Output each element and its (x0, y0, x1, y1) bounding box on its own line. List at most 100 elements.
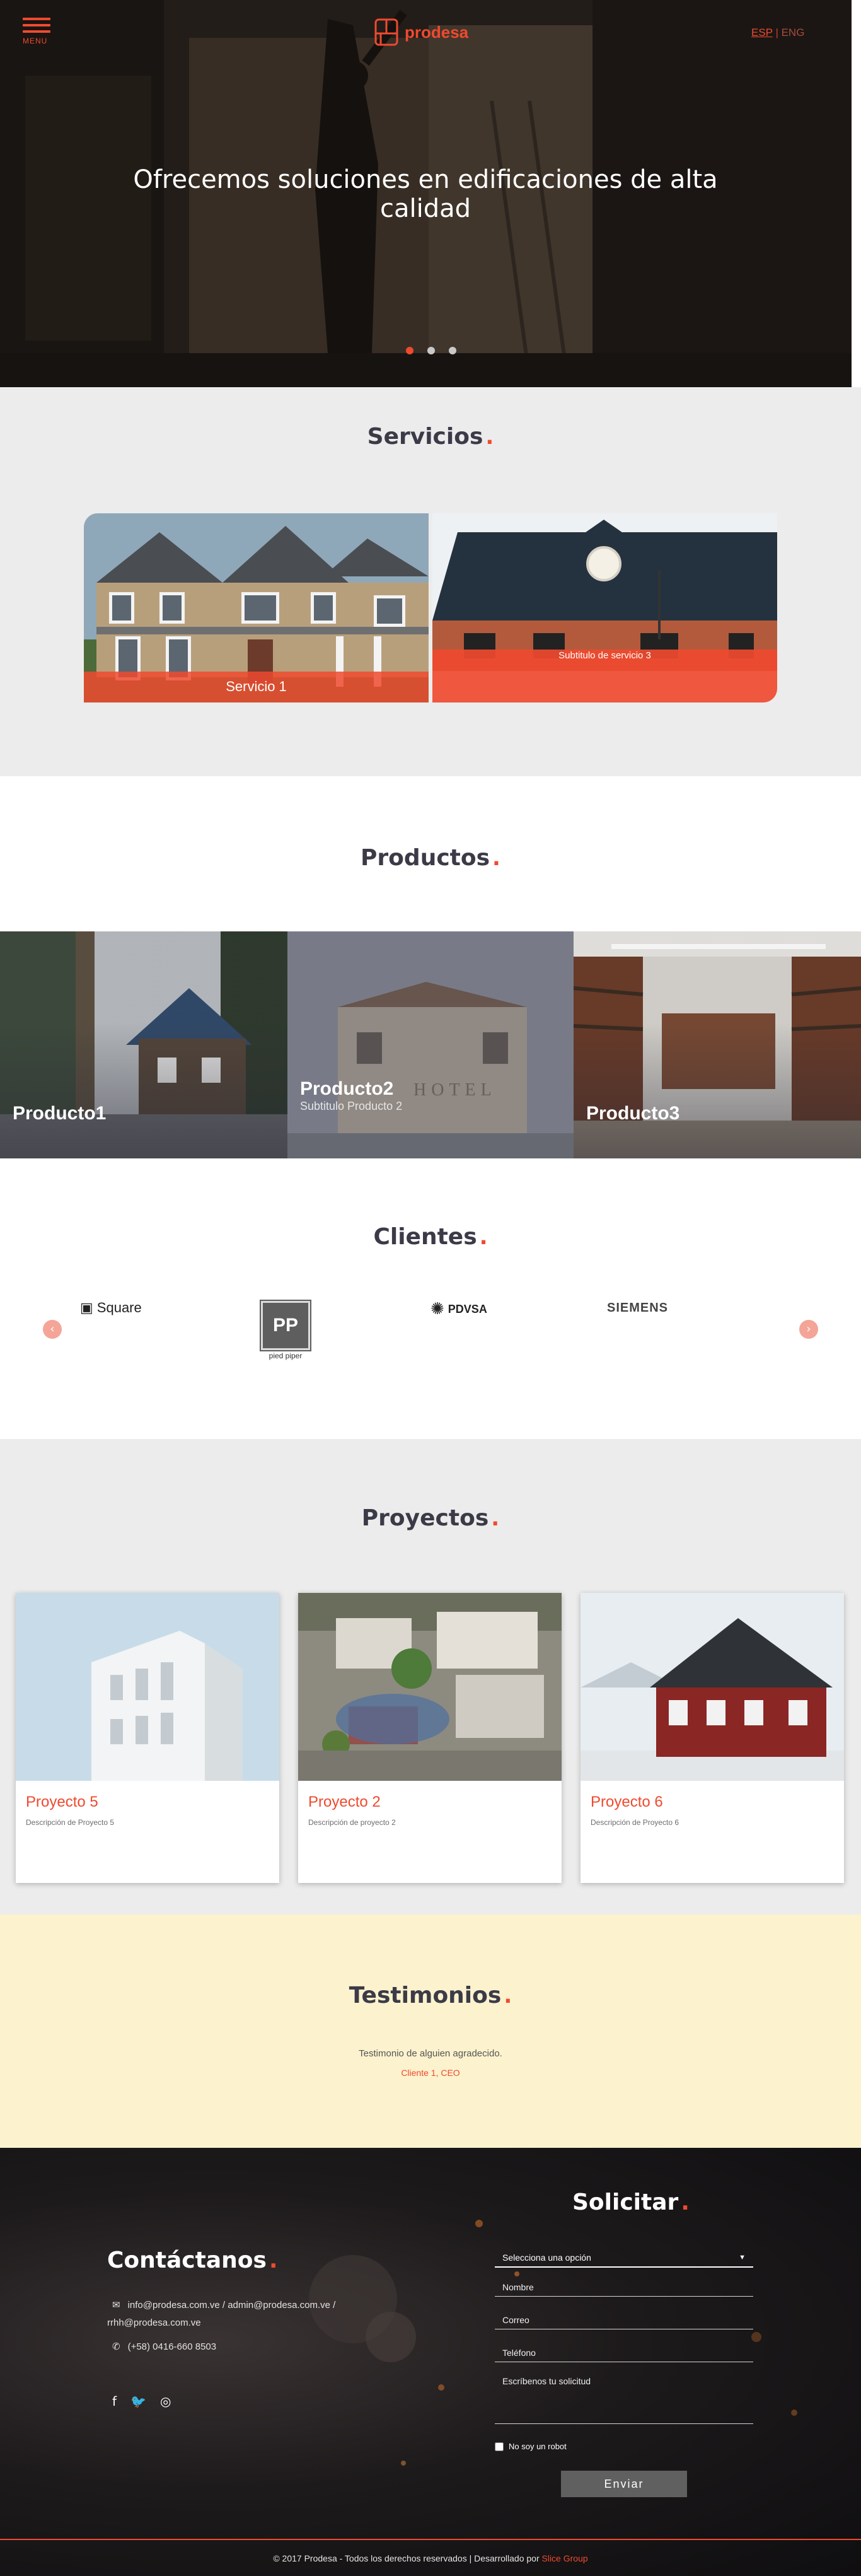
contact-emails-line1[interactable]: info@prodesa.com.ve / admin@prodesa.com.… (128, 2300, 336, 2311)
contact-emails-line2[interactable]: rrhh@prodesa.com.ve (107, 2317, 201, 2328)
hamburger-icon-bar (23, 30, 50, 33)
contact-title-text: Contáctanos (107, 2247, 267, 2273)
producto-3-shade (574, 931, 861, 1158)
servicio-card-1[interactable]: Servicio 1 (84, 513, 429, 702)
producto-card-2[interactable]: HOTEL Producto2 Subtitulo Producto 2 (287, 931, 575, 1158)
testimonios-section: Testimonios. Testimonio de alguien agrad… (0, 1915, 861, 2148)
language-switch: ESP | ENG (751, 26, 804, 39)
footer-divider (0, 2539, 861, 2540)
name-field[interactable] (495, 2274, 753, 2297)
developer-link[interactable]: Slice Group (542, 2553, 588, 2563)
lang-esp-link[interactable]: ESP (751, 26, 773, 38)
brand[interactable]: prodesa (374, 18, 468, 47)
contact-emails: ✉ info@prodesa.com.ve / admin@prodesa.com… (107, 2297, 335, 2332)
proyectos-title: Proyectos. (0, 1505, 861, 1531)
title-accent-dot: . (681, 2189, 690, 2215)
productos-title-text: Productos (361, 845, 490, 871)
producto-2-name: Producto2 (300, 1078, 394, 1099)
client-logo-pdvsa[interactable]: ✺ PDVSA (430, 1300, 487, 1319)
request-type-value: Selecciona una opción (502, 2253, 591, 2263)
chevron-right-icon: › (806, 1322, 811, 1336)
proyecto-1-description: Descripción de Proyecto 5 (26, 1818, 115, 1827)
prodesa-logo-icon (374, 18, 398, 46)
pied-piper-logo-icon: PP (260, 1300, 311, 1351)
testimonios-title-text: Testimonios (349, 1983, 502, 2008)
producto-2-shade (287, 931, 575, 1158)
title-accent-dot: . (504, 1983, 512, 2008)
phone-field[interactable] (495, 2340, 753, 2362)
contact-title: Contáctanos. (107, 2247, 278, 2273)
servicio-1-label: Servicio 1 (226, 679, 287, 694)
lang-eng-link[interactable]: ENG (782, 26, 805, 38)
proyectos-section: Proyectos. Proyecto 5 Descripción de Pro… (0, 1439, 861, 1915)
captcha-label: No soy un robot (509, 2442, 567, 2451)
proyecto-3-description: Descripción de Proyecto 6 (591, 1818, 679, 1827)
client-name-square: Square (96, 1300, 142, 1315)
clients-prev-button[interactable]: ‹ (43, 1320, 62, 1339)
proyectos-title-text: Proyectos (361, 1505, 489, 1531)
producto-1-name: Producto1 (13, 1103, 107, 1124)
pdvsa-logo-icon: ✺ (430, 1300, 444, 1319)
page: MENU prodesa ESP | ENG Ofrecemos solucio… (0, 0, 861, 2576)
menu-label: MENU (23, 37, 48, 45)
menu-button[interactable]: MENU (23, 18, 54, 47)
lang-separator: | (772, 26, 782, 38)
proyecto-card-3[interactable]: Proyecto 6 Descripción de Proyecto 6 (581, 1593, 844, 1883)
proyecto-2-title: Proyecto 2 (308, 1793, 381, 1810)
testimonial-quote: Testimonio de alguien agradecido. (359, 2048, 502, 2059)
producto-card-1[interactable]: Producto1 (0, 931, 287, 1158)
proyecto-2-description: Descripción de proyecto 2 (308, 1818, 396, 1827)
instagram-icon[interactable]: ◎ (160, 2394, 171, 2409)
producto-2-subtitle: Subtitulo Producto 2 (300, 1100, 403, 1112)
title-accent-dot: . (491, 1506, 500, 1531)
servicios-title: Servicios. (0, 424, 861, 450)
clients-next-button[interactable]: › (799, 1320, 818, 1339)
proyecto-3-title: Proyecto 6 (591, 1793, 663, 1810)
clientes-title: Clientes. (0, 1224, 861, 1250)
footer-copyright: © 2017 Prodesa - Todos los derechos rese… (0, 2553, 861, 2563)
producto-card-3[interactable]: Producto3 (574, 931, 861, 1158)
proyecto-1-image (16, 1593, 279, 1781)
message-field[interactable] (495, 2370, 753, 2424)
email-field[interactable] (495, 2307, 753, 2329)
brand-name: prodesa (405, 22, 469, 42)
request-type-select[interactable]: Selecciona una opción ▼ (495, 2249, 753, 2268)
proyecto-card-2[interactable]: Proyecto 2 Descripción de proyecto 2 (298, 1593, 562, 1883)
captcha-check[interactable]: No soy un robot (495, 2442, 567, 2451)
producto-1-shade (0, 931, 287, 1158)
title-accent-dot: . (269, 2247, 278, 2273)
producto-3-name: Producto3 (586, 1103, 680, 1124)
servicios-section: Servicios. Servicio 1 Subtitulo de servi… (0, 387, 861, 776)
slider-dot-1[interactable] (406, 347, 413, 354)
caret-down-icon: ▼ (739, 2254, 746, 2261)
proyecto-2-image (298, 1593, 562, 1781)
solicitar-title-text: Solicitar (572, 2189, 679, 2215)
envelope-icon: ✉ (112, 2300, 120, 2311)
title-accent-dot: . (485, 424, 494, 450)
hamburger-icon (23, 18, 50, 20)
footer-copyright-text: © 2017 Prodesa - Todos los derechos rese… (273, 2553, 542, 2563)
captcha-checkbox[interactable] (495, 2442, 504, 2451)
client-name-siemens: SIEMENS (607, 1301, 669, 1315)
contact-phone-number[interactable]: (+58) 0416-660 8503 (128, 2341, 217, 2352)
contact-section: Contáctanos. ✉ info@prodesa.com.ve / admi… (0, 2148, 861, 2576)
slider-dot-2[interactable] (427, 347, 435, 354)
slider-dot-3[interactable] (449, 347, 456, 354)
client-logo-pied-piper[interactable]: PP pied piper (260, 1300, 311, 1360)
client-name-pdvsa: PDVSA (448, 1302, 487, 1315)
servicios-title-text: Servicios (367, 424, 483, 450)
proyecto-1-title: Proyecto 5 (26, 1793, 98, 1810)
client-logo-square[interactable]: ▣ Square (80, 1300, 142, 1316)
contact-phone: ✆ (+58) 0416-660 8503 (107, 2338, 216, 2356)
slider-dots (406, 347, 456, 354)
client-logo-siemens[interactable]: SIEMENS (607, 1301, 668, 1315)
servicio-card-2[interactable]: Subtitulo de servicio 3 (432, 513, 777, 702)
proyecto-card-1[interactable]: Proyecto 5 Descripción de Proyecto 5 (16, 1593, 279, 1883)
facebook-icon[interactable]: f (112, 2394, 117, 2409)
client-name-pied-piper: pied piper (269, 1351, 303, 1360)
chevron-left-icon: ‹ (50, 1322, 55, 1336)
submit-button[interactable]: Enviar (561, 2471, 687, 2497)
twitter-icon[interactable]: 🐦 (130, 2394, 146, 2409)
testimonios-title: Testimonios. (0, 1983, 861, 2008)
title-accent-dot: . (492, 846, 500, 871)
